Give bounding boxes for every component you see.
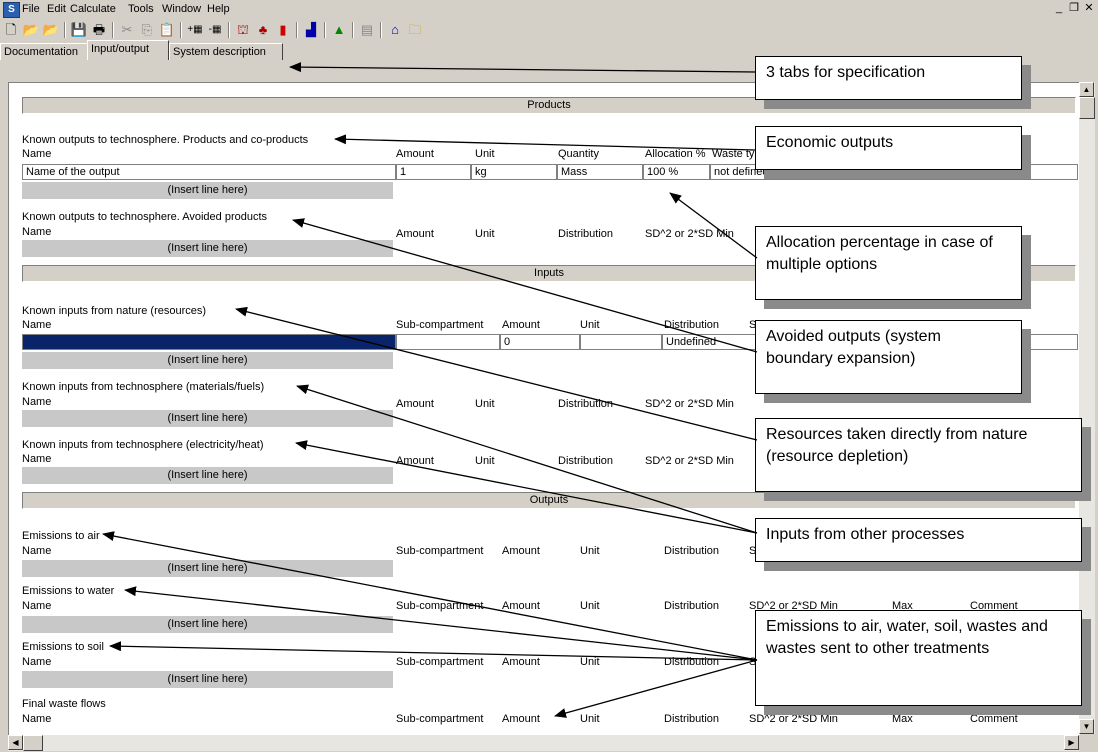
arrow-resources xyxy=(235,306,758,441)
arrow-water xyxy=(124,586,758,661)
arrow-avoided xyxy=(292,218,758,353)
arrow-economic xyxy=(334,134,756,151)
arrow-electricity xyxy=(295,440,758,534)
arrow-materials xyxy=(296,384,758,534)
arrow-allocation xyxy=(669,192,758,259)
arrow-air xyxy=(102,531,758,661)
arrow-tabs xyxy=(289,62,756,73)
arrow-waste xyxy=(554,659,758,718)
arrow-soil xyxy=(109,641,758,661)
annotation-arrows xyxy=(102,62,758,718)
